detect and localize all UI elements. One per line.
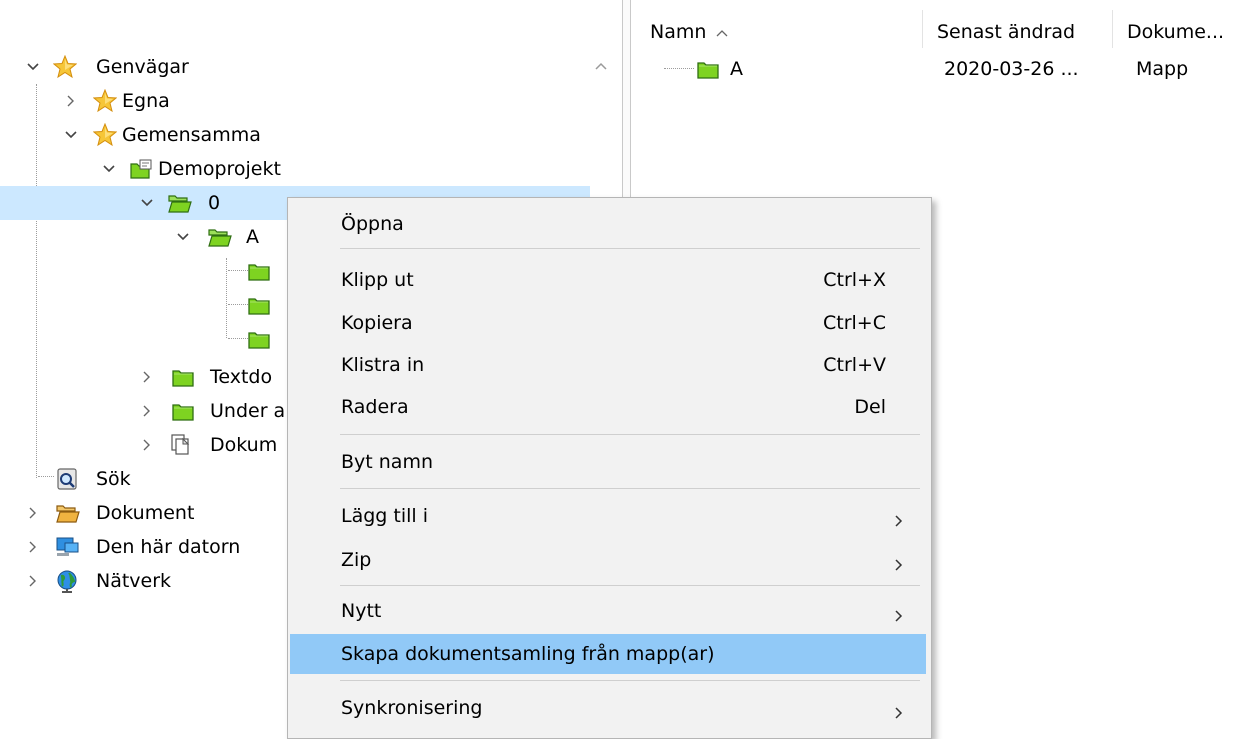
search-icon	[54, 462, 80, 496]
tree-item-label: Dokum	[210, 434, 278, 456]
tree-item-label: Genvägar	[96, 56, 189, 78]
chevron-right-icon[interactable]	[138, 428, 160, 462]
network-globe-icon	[54, 564, 80, 598]
list-cell-type: Mapp	[1136, 58, 1189, 80]
tree-item-demoprojekt[interactable]: Demoprojekt	[0, 152, 590, 186]
tree-item-genvagar[interactable]: Genvägar	[0, 50, 590, 84]
submenu-arrow-icon	[894, 702, 904, 724]
chevron-right-icon[interactable]	[138, 360, 160, 394]
open-folder-icon	[166, 186, 192, 220]
green-folder-icon	[246, 254, 272, 288]
project-folder-icon	[128, 152, 154, 186]
tree-item-label: Nätverk	[96, 570, 172, 592]
star-icon	[52, 50, 78, 84]
scroll-up-icon[interactable]	[592, 55, 610, 75]
chevron-down-icon[interactable]	[138, 186, 160, 220]
list-cell-name: A	[730, 58, 743, 80]
menu-item-radera[interactable]: Radera Del	[290, 387, 926, 427]
submenu-arrow-icon	[894, 554, 904, 576]
tree-connector-line	[226, 258, 227, 338]
column-divider[interactable]	[922, 10, 923, 48]
context-menu: Öppna Klipp ut Ctrl+X Kopiera Ctrl+C Kli…	[287, 197, 932, 739]
chevron-right-icon[interactable]	[62, 84, 84, 118]
chevron-down-icon[interactable]	[100, 152, 122, 186]
submenu-arrow-icon	[894, 605, 904, 627]
column-divider[interactable]	[1112, 10, 1113, 48]
chevron-right-icon[interactable]	[24, 564, 46, 598]
list-cell-modified: 2020-03-26 ...	[944, 58, 1079, 80]
menu-separator	[340, 680, 920, 681]
green-folder-icon	[696, 52, 722, 86]
tree-item-label: Sök	[96, 468, 131, 490]
menu-item-zip[interactable]: Zip	[290, 540, 926, 580]
menu-item-lagg-till-i[interactable]: Lägg till i	[290, 496, 926, 536]
chevron-down-icon[interactable]	[24, 50, 46, 84]
tree-item-subfolder[interactable]	[246, 288, 286, 322]
column-header-dokumenttyp[interactable]: Dokume...	[1127, 0, 1224, 48]
menu-item-kopiera[interactable]: Kopiera Ctrl+C	[290, 303, 926, 343]
menu-separator	[340, 434, 920, 435]
tree-item-label: Textdo	[210, 366, 273, 388]
chevron-down-icon[interactable]	[174, 220, 196, 254]
tree-item-subfolder[interactable]	[246, 322, 286, 356]
column-header-senast-andrad[interactable]: Senast ändrad	[937, 0, 1075, 48]
tree-item-label: Den här datorn	[96, 536, 241, 558]
document-collection-icon	[168, 428, 194, 462]
open-folder-icon	[206, 220, 232, 254]
chevron-down-icon[interactable]	[62, 118, 84, 152]
tree-item-label: Gemensamma	[122, 124, 261, 146]
green-folder-icon	[170, 360, 196, 394]
tree-connector-line	[664, 68, 694, 69]
menu-item-klipp-ut[interactable]: Klipp ut Ctrl+X	[290, 260, 926, 300]
tree-connector-line	[228, 270, 248, 271]
tree-item-label: A	[246, 226, 259, 248]
menu-separator	[340, 248, 920, 249]
tree-item-label: Egna	[122, 90, 170, 112]
tree-item-label: Demoprojekt	[158, 158, 281, 180]
menu-separator	[340, 488, 920, 489]
menu-item-klistra-in[interactable]: Klistra in Ctrl+V	[290, 345, 926, 385]
tree-item-label: 0	[208, 192, 221, 214]
tree-item-subfolder[interactable]	[246, 254, 286, 288]
column-header-namn[interactable]: Namn	[650, 0, 728, 48]
green-folder-icon	[246, 288, 272, 322]
menu-separator	[340, 585, 920, 586]
tree-item-egna[interactable]: Egna	[0, 84, 590, 118]
menu-item-nytt[interactable]: Nytt	[290, 591, 926, 631]
chevron-right-icon[interactable]	[24, 530, 46, 564]
tree-item-gemensamma[interactable]: Gemensamma	[0, 118, 590, 152]
tree-item-label: Dokument	[96, 502, 195, 524]
chevron-right-icon[interactable]	[24, 496, 46, 530]
tree-connector-line	[228, 304, 248, 305]
menu-item-oppna[interactable]: Öppna	[290, 204, 926, 244]
open-folder-icon	[54, 496, 80, 530]
tree-item-label: Under a	[210, 400, 286, 422]
green-folder-icon	[246, 322, 272, 356]
green-folder-icon	[170, 394, 196, 428]
tree-connector-line	[228, 338, 248, 339]
menu-item-byt-namn[interactable]: Byt namn	[290, 442, 926, 482]
star-icon	[92, 118, 118, 152]
star-icon	[92, 84, 118, 118]
menu-item-skapa-dokumentsamling[interactable]: Skapa dokumentsamling från mapp(ar)	[290, 634, 926, 674]
submenu-arrow-icon	[894, 510, 904, 532]
computer-icon	[54, 530, 80, 564]
menu-item-synkronisering[interactable]: Synkronisering	[290, 688, 926, 728]
chevron-right-icon[interactable]	[138, 394, 160, 428]
